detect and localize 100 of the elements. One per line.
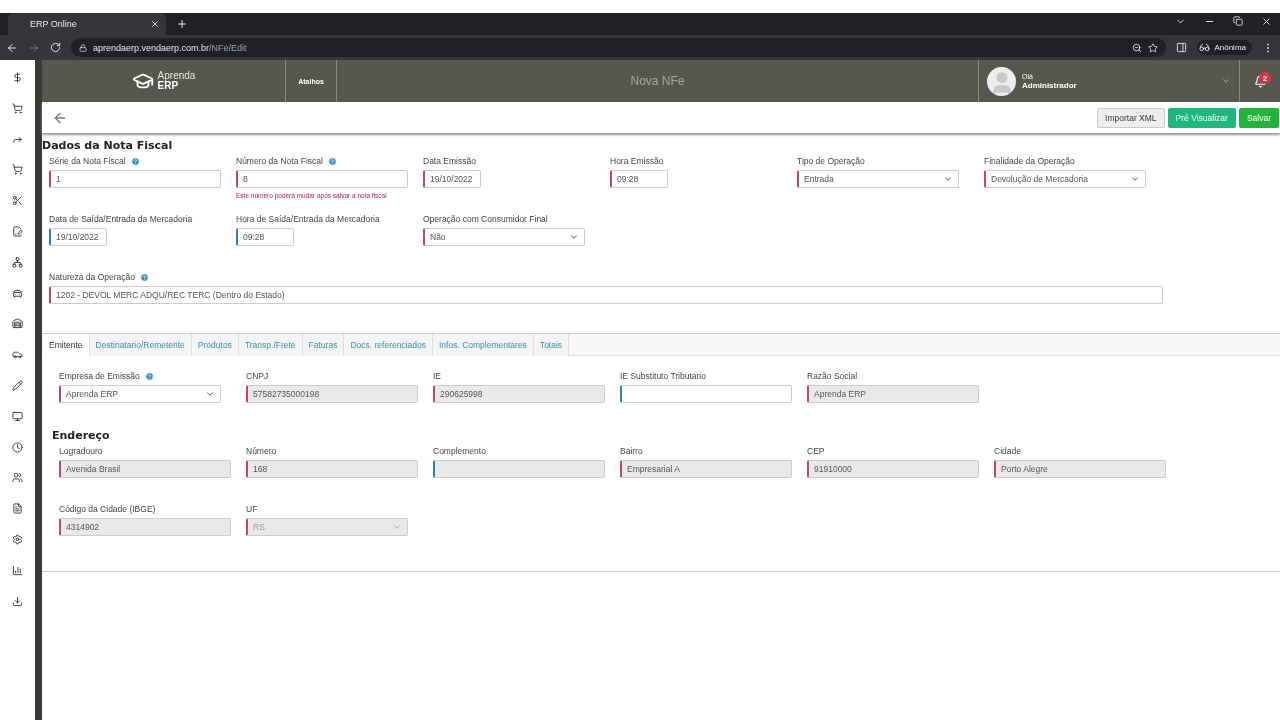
field-label: Código da Cidade (IBGE) (59, 504, 156, 514)
tab[interactable]: Infos. Complementares (433, 334, 534, 356)
warehouse-icon[interactable] (12, 318, 23, 330)
field-label: CNPJ (246, 371, 269, 381)
car-icon[interactable] (12, 287, 23, 299)
select-field[interactable]: Entrada (797, 170, 959, 188)
field-label: Complemento (433, 446, 486, 456)
side-panel-icon[interactable] (1176, 42, 1188, 53)
field-label: Número (246, 446, 277, 456)
tab[interactable]: Destinatario/Remetente (89, 334, 192, 356)
file-icon[interactable] (12, 503, 23, 515)
input-field[interactable]: 91910000 (807, 460, 979, 478)
input-field[interactable]: 09:28 (236, 228, 294, 246)
reload-icon[interactable] (50, 42, 61, 53)
chevron-icon (392, 522, 402, 532)
users-icon[interactable] (12, 472, 23, 484)
clock-icon[interactable] (12, 441, 23, 453)
field-label: Data Emissão (423, 156, 476, 166)
tab[interactable]: Transp./Frete (238, 334, 303, 356)
input-field[interactable]: 4314902 (59, 518, 231, 536)
star-icon[interactable] (1148, 42, 1159, 53)
action-button[interactable]: Importar XML (1097, 107, 1165, 128)
input-field[interactable]: Porto Alegre (994, 460, 1166, 478)
input-field[interactable]: 168 (246, 460, 418, 478)
input-field[interactable]: 19/10/2022 (49, 228, 107, 246)
field-label: Bairro (620, 446, 643, 456)
field-label: CEP (807, 446, 825, 456)
back-icon[interactable] (6, 41, 18, 54)
new-tab-icon[interactable] (176, 18, 188, 30)
pencil-icon[interactable] (12, 379, 23, 391)
hierarchy-icon[interactable] (12, 256, 23, 268)
tab[interactable]: Emitente (43, 334, 90, 356)
browser-tab[interactable]: ERP Online (8, 13, 166, 35)
field-label: UF (246, 504, 258, 514)
field-label: IE Substituto Tributario (620, 371, 706, 381)
logo[interactable]: Aprenda ERP (42, 60, 286, 102)
tab[interactable]: Produtos (191, 334, 239, 356)
chevron-icon (569, 232, 579, 242)
close-icon[interactable] (1261, 16, 1272, 27)
chevron-icon (943, 174, 953, 184)
field-label: Série da Nota Fiscal (49, 156, 126, 166)
input-field[interactable]: 57582735000198 (246, 385, 418, 403)
field-label: Hora de Saída/Entrada da Mercadoria (236, 214, 380, 224)
zoom-icon[interactable] (1132, 42, 1143, 53)
monitor-icon[interactable] (12, 410, 23, 422)
dollar-icon[interactable] (12, 72, 23, 83)
document-icon[interactable] (12, 226, 23, 237)
profile-button[interactable]: Anônima (1197, 40, 1252, 55)
field-label: Logradouro (59, 446, 103, 456)
field-label: Natureza da Operação (49, 272, 135, 282)
input-field[interactable]: 1 (49, 170, 221, 188)
tab[interactable]: Faturas (302, 334, 345, 356)
chevron-icon (205, 389, 215, 399)
cart-icon[interactable] (12, 164, 23, 176)
close-icon[interactable] (150, 19, 160, 29)
input-field[interactable] (433, 460, 605, 478)
help-icon[interactable] (327, 156, 337, 166)
chevron-icon (1130, 174, 1140, 184)
select-field[interactable]: Devolução de Mercadoria (984, 170, 1146, 188)
field-label: Razão Social (807, 371, 858, 381)
help-icon[interactable] (140, 272, 149, 282)
input-field[interactable]: Empresarial A (620, 460, 792, 478)
input-field[interactable]: 19/10/2022 (423, 170, 481, 188)
field-label: Hora Emissão (610, 156, 664, 166)
field-label: Cidade (994, 446, 1021, 456)
restore-icon[interactable] (1233, 16, 1243, 26)
page-title: Nova NFe (629, 73, 686, 90)
notification-badge: 2 (1259, 72, 1271, 84)
field-label: Data de Saída/Entrada da Mercadoria (49, 214, 193, 224)
input-field[interactable]: 1202 - DEVOL MERC ADQU/REC TERC (Dentro do Estado) (49, 286, 1163, 304)
input-field[interactable]: 09:28 (610, 170, 668, 188)
chevron-icon (1221, 76, 1231, 86)
bell-icon[interactable] (1253, 74, 1267, 88)
chart-icon[interactable] (12, 564, 23, 576)
field-label: Número da Nota Fiscal (236, 156, 323, 166)
tab[interactable]: Totais (533, 334, 570, 356)
settings-icon[interactable] (12, 533, 23, 545)
select-field[interactable]: Não (423, 228, 585, 246)
field-label: Tipo de Operação (797, 156, 865, 166)
car-icon[interactable] (12, 349, 23, 361)
download-icon[interactable] (12, 595, 23, 607)
input-field[interactable]: Aprenda ERP (807, 385, 979, 403)
field-label: Finalidade da Operação (984, 156, 1075, 166)
avatar (987, 66, 1016, 96)
incognito-icon (1199, 42, 1211, 53)
input-field[interactable]: 290625998 (433, 385, 605, 403)
input-field[interactable]: Avenida Brasil (59, 460, 231, 478)
input-field[interactable]: 8 (236, 170, 408, 188)
lock-icon (79, 43, 87, 52)
cart-icon[interactable] (12, 102, 23, 114)
help-icon[interactable] (130, 156, 140, 166)
tab[interactable]: Docs. referenciados (344, 334, 433, 356)
help-icon[interactable] (144, 371, 154, 381)
input-field[interactable] (620, 385, 792, 403)
section-title: Dados da Nota Fiscal (42, 139, 174, 154)
field-label: Operação com Consumidor Final (423, 214, 548, 224)
select-field[interactable]: Aprenda ERP (59, 385, 221, 403)
address-bar[interactable]: aprendaerp.vendaerp.com.br/NFe/Edit (71, 38, 1167, 57)
field-label: Empresa de Emissão (59, 371, 140, 381)
section-title: Endereço (52, 429, 111, 444)
